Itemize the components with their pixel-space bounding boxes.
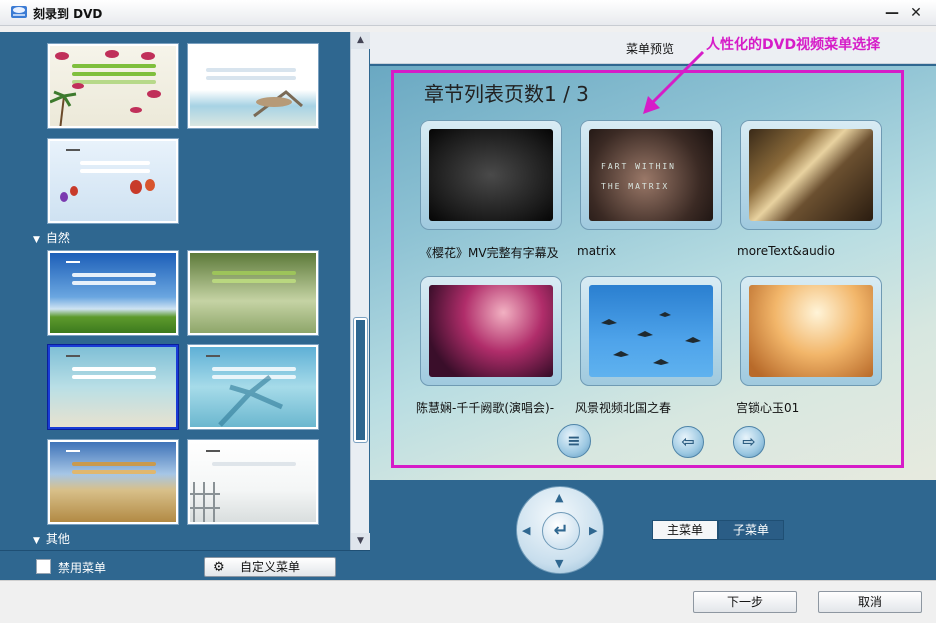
dialog-footer: 下一步 取消 (0, 580, 936, 623)
next-step-button[interactable]: 下一步 (693, 591, 797, 613)
annotation-text: 人性化的DVD视频菜单选择 (706, 37, 881, 53)
annotation-arrow-icon (643, 50, 705, 114)
cancel-button[interactable]: 取消 (818, 591, 922, 613)
